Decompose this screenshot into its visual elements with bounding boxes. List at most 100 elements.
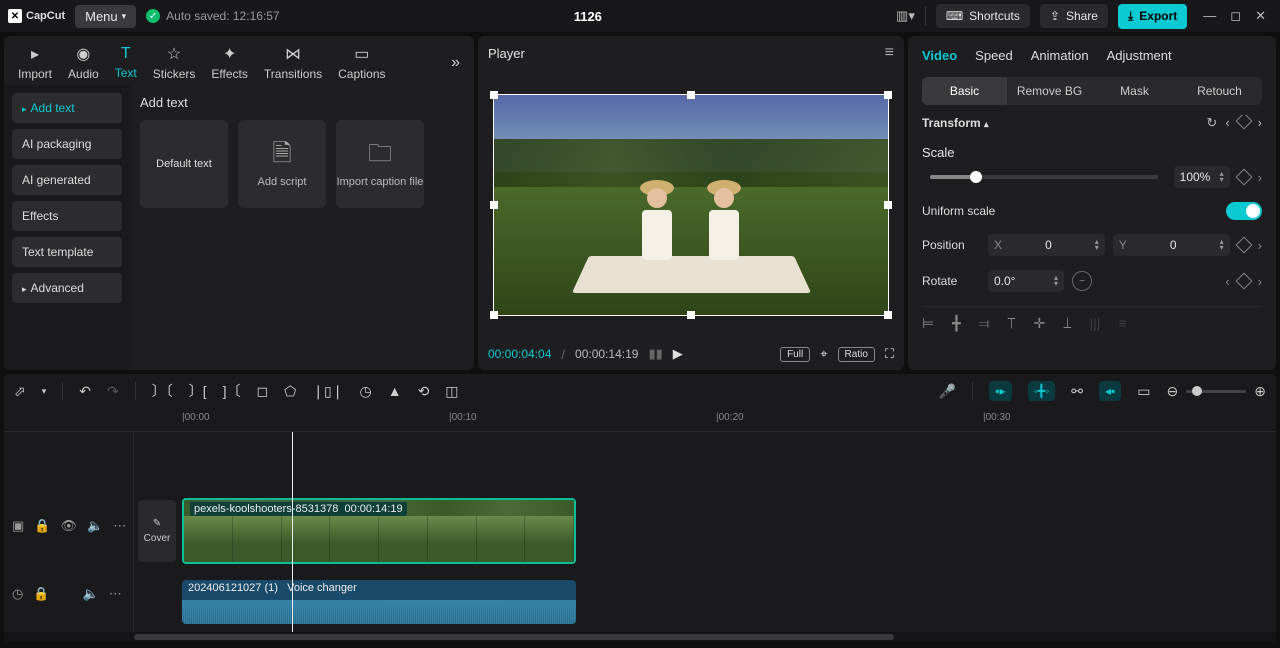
audio-clip[interactable]: 202406121027 (1) Voice changer [182,580,576,624]
link-icon[interactable]: ⚯ [1071,383,1083,400]
subnav-effects[interactable]: Effects [12,201,122,231]
lock-icon[interactable]: 🔒 [33,586,49,602]
scale-slider[interactable] [930,175,1158,179]
rtab-adjustment[interactable]: Adjustment [1107,44,1172,67]
distribute-h-icon[interactable]: ||| [1090,315,1101,332]
track-settings-icon[interactable]: ▣ [12,518,24,534]
tab-text[interactable]: TText [107,41,145,84]
layout-icon[interactable]: ▥▾ [896,8,915,24]
snap-center-icon[interactable]: ◦╋◦ [1028,381,1056,401]
resize-handle[interactable] [884,201,892,209]
mirror-icon[interactable]: ▲ [388,383,402,399]
player-canvas[interactable] [493,94,889,316]
seg-mask[interactable]: Mask [1092,77,1177,105]
card-import-caption[interactable]: 🗀Import caption file [336,120,424,208]
timeline-scrollbar[interactable] [4,632,1276,642]
mic-icon[interactable]: 🎤 [939,383,956,400]
dropdown-icon[interactable]: ▾ [42,386,47,397]
maximize-icon[interactable]: ◻ [1230,8,1241,24]
align-left-icon[interactable]: ⊨ [922,315,934,332]
menu-button[interactable]: Menu ▾ [75,5,136,28]
subnav-text-template[interactable]: Text template [12,237,122,267]
tab-effects[interactable]: ✦Effects [203,40,255,85]
align-top-icon[interactable]: ⟙ [1007,315,1015,332]
zoom-slider[interactable] [1186,390,1246,393]
minimize-icon[interactable]: — [1203,8,1216,24]
resize-handle[interactable] [490,201,498,209]
subnav-add-text[interactable]: ▸Add text [12,93,122,123]
tab-audio[interactable]: ◉Audio [60,40,107,85]
full-button[interactable]: Full [780,347,810,362]
resize-handle[interactable] [884,91,892,99]
align-bottom-icon[interactable]: ⟘ [1063,315,1071,332]
align-center-v-icon[interactable]: ✛ [1034,315,1046,332]
resize-handle[interactable] [490,91,498,99]
distribute-v-icon[interactable]: ≡ [1118,315,1126,332]
lock-icon[interactable]: 🔒 [34,518,50,534]
keyframe-icon[interactable] [1235,115,1252,129]
split-left-icon[interactable]: 〕[ [189,381,207,401]
zoom-in-icon[interactable]: ⊕ [1254,383,1266,400]
track-settings-icon[interactable]: ◷ [12,586,23,602]
zoom-out-icon[interactable]: ⊖ [1167,383,1179,400]
subnav-advanced[interactable]: ▸Advanced [12,273,122,303]
split-icon[interactable]: 〕〔 [152,381,173,401]
close-icon[interactable]: ✕ [1255,8,1266,24]
keyframe-icon[interactable] [1235,169,1252,186]
frames-icon[interactable]: ❘▯❘ [312,383,343,400]
speed-icon[interactable]: ◷ [359,383,371,400]
resize-handle[interactable] [687,311,695,319]
resize-handle[interactable] [687,91,695,99]
cover-button[interactable]: ✎ Cover [138,500,176,562]
keyframe-icon[interactable] [1235,273,1252,290]
captions-toggle-icon[interactable]: ▭ [1137,383,1150,400]
video-clip[interactable]: pexels-koolshooters-8531378 00:00:14:19 [182,498,576,564]
rtab-video[interactable]: Video [922,44,957,67]
keyframe-next-icon[interactable]: › [1258,115,1262,131]
subnav-ai-generated[interactable]: AI generated [12,165,122,195]
rtab-speed[interactable]: Speed [975,44,1013,67]
tabs-more-icon[interactable]: » [443,46,468,80]
seg-retouch[interactable]: Retouch [1177,77,1262,105]
crop2-icon[interactable]: ◫ [445,383,458,400]
rtab-animation[interactable]: Animation [1031,44,1089,67]
uniform-scale-toggle[interactable] [1226,202,1262,220]
tab-transitions[interactable]: ⋈Transitions [256,40,330,85]
position-x[interactable]: X0▴▾ [988,234,1105,256]
more-icon[interactable]: ⋯ [109,586,122,602]
crop-icon[interactable]: ◻ [257,383,269,400]
card-add-script[interactable]: 🗎Add script [238,120,326,208]
keyframe-prev-icon[interactable]: ‹ [1225,115,1229,131]
reset-icon[interactable]: ↻ [1206,115,1217,131]
refresh-icon[interactable]: ⟲ [418,383,430,400]
ratio-button[interactable]: Ratio [838,347,875,362]
position-y[interactable]: Y0▴▾ [1113,234,1230,256]
card-default-text[interactable]: Default text [140,120,228,208]
subnav-ai-packaging[interactable]: AI packaging [12,129,122,159]
align-center-h-icon[interactable]: ╋ [952,315,960,332]
keyframe-icon[interactable] [1235,237,1252,254]
undo-icon[interactable]: ↶ [79,383,91,400]
tab-import[interactable]: ▸Import [10,40,60,85]
more-icon[interactable]: ⋯ [113,518,126,534]
play-icon[interactable]: ▶ [673,346,683,362]
pointer-icon[interactable]: ⬀ [14,383,26,400]
shortcuts-button[interactable]: ⌨ Shortcuts [936,4,1030,28]
player-menu-icon[interactable]: ≡ [885,44,894,62]
rotate-dial-icon[interactable]: − [1072,271,1092,291]
mute-icon[interactable]: 🔈 [83,586,99,602]
scale-value[interactable]: 100%▴▾ [1174,166,1230,188]
shield-icon[interactable]: ⬠ [284,383,296,400]
snap-front-icon[interactable]: ▪▸ [989,381,1011,401]
timeline-ruler[interactable]: |00:00 |00:10 |00:20 |00:30 [4,408,1276,432]
focus-icon[interactable]: ⌖ [820,346,827,362]
expand-icon[interactable]: ⛶ [885,346,894,362]
seg-removebg[interactable]: Remove BG [1007,77,1092,105]
align-right-icon[interactable]: ⫤ [979,315,990,332]
redo-icon[interactable]: ↷ [107,383,119,400]
resize-handle[interactable] [884,311,892,319]
seg-basic[interactable]: Basic [922,77,1007,105]
share-button[interactable]: ⇪ Share [1040,4,1108,28]
columns-icon[interactable]: ▮▮ [648,346,662,362]
playhead[interactable] [292,432,293,632]
